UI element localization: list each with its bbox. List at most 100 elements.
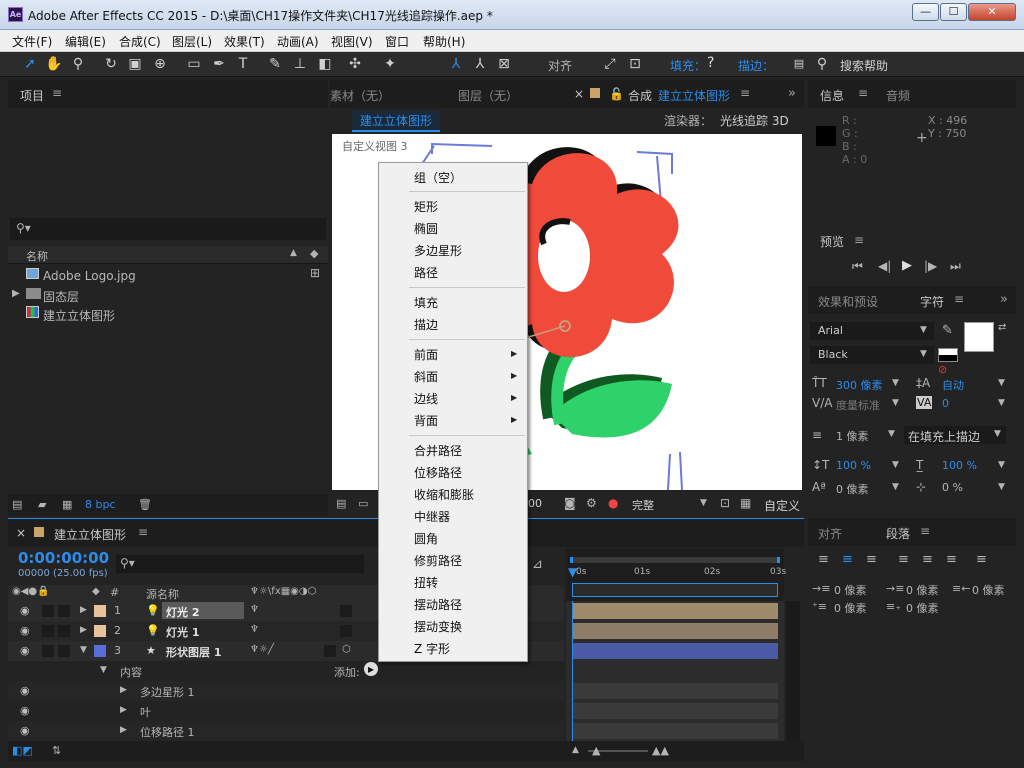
3d-switch[interactable]	[340, 625, 352, 637]
collapse-arrow-icon[interactable]: ▼	[100, 665, 107, 675]
chevron-down-icon[interactable]: ▼	[892, 482, 899, 492]
menu-view[interactable]: 视图(V)	[331, 33, 373, 50]
lock-toggle[interactable]	[58, 605, 70, 617]
expand-arrow-icon[interactable]: ▶	[120, 705, 127, 715]
lock-toggle[interactable]	[58, 625, 70, 637]
label-color-chip[interactable]	[94, 605, 106, 617]
puppet-pin-tool-icon[interactable]: ✦	[380, 55, 400, 73]
project-panel-title[interactable]: 项目	[20, 87, 44, 104]
timeline-close-icon[interactable]: ×	[16, 526, 26, 540]
preview-menu-icon[interactable]: ≡	[854, 233, 864, 247]
world-axis-icon[interactable]: ⅄	[470, 55, 490, 73]
roto-brush-tool-icon[interactable]: ✣	[345, 55, 365, 73]
menu-item-back[interactable]: 背面	[414, 412, 438, 429]
layer-bar[interactable]	[572, 623, 778, 639]
layer-bar[interactable]	[572, 643, 778, 659]
snapshot-icon[interactable]: ◙	[564, 496, 576, 510]
timeline-scrollbar[interactable]	[786, 601, 800, 741]
current-time[interactable]: 0:00:00:00	[18, 549, 109, 567]
sublayer-bar[interactable]	[572, 723, 778, 739]
search-icon[interactable]: ⚲	[812, 55, 832, 73]
delete-icon[interactable]: 🗑	[138, 498, 152, 511]
visibility-eye-icon[interactable]: ◉	[20, 724, 34, 737]
timeline-comp-name[interactable]: 建立立体图形	[54, 526, 126, 543]
comp-tab-name[interactable]: 建立立体图形	[658, 87, 730, 104]
panel-overflow-icon[interactable]: »	[1000, 292, 1008, 307]
no-fill-icon[interactable]	[938, 348, 958, 362]
chevron-down-icon[interactable]: ▼	[998, 378, 1005, 388]
text-tool-icon[interactable]: T	[233, 55, 253, 73]
clone-stamp-tool-icon[interactable]: ⊥	[290, 55, 310, 73]
show-snapshot-icon[interactable]: ⚙	[586, 496, 597, 510]
view-axis-icon[interactable]: ⊠	[494, 55, 514, 73]
sublayer-name[interactable]: 叶	[140, 704, 151, 720]
zoom-tool-icon[interactable]: ⚲	[68, 55, 88, 73]
tab-audio[interactable]: 音频	[886, 87, 910, 104]
minimize-button[interactable]: —	[912, 3, 939, 21]
leading-value[interactable]: 自动	[942, 377, 964, 393]
menu-item-path[interactable]: 路径	[414, 264, 438, 281]
justify-right-icon[interactable]: ≡	[946, 552, 957, 567]
font-style-dropdown[interactable]: Black ▼	[810, 346, 934, 364]
first-frame-icon[interactable]: ⏮	[852, 259, 863, 274]
pen-tool-icon[interactable]: ✒	[209, 55, 229, 73]
list-item[interactable]: Adobe Logo.jpg	[8, 266, 308, 285]
chevron-down-icon[interactable]: ▼	[892, 398, 899, 408]
tab-layer[interactable]: 图层（无）	[458, 87, 518, 104]
menu-item-offset-paths[interactable]: 位移路径	[414, 464, 462, 481]
motion-blur-switch[interactable]	[324, 645, 336, 657]
resolution-dropdown[interactable]: 完整	[632, 497, 654, 513]
align-left-icon[interactable]: ≡	[818, 552, 829, 567]
eraser-tool-icon[interactable]: ◧	[315, 55, 335, 73]
shy-switch-icon[interactable]: ♆	[250, 604, 259, 615]
label-tag-icon[interactable]: ◆	[310, 247, 318, 260]
menu-window[interactable]: 窗口	[385, 33, 409, 50]
contents-row[interactable]: ▼ 内容 添加: ▸	[8, 661, 564, 681]
local-axis-icon[interactable]: ⅄	[446, 55, 466, 73]
timeline-menu-icon[interactable]: ≡	[138, 525, 148, 539]
region-of-interest-icon[interactable]: ⊡	[720, 496, 730, 510]
visibility-eye-icon[interactable]: ◉	[20, 644, 34, 657]
column-name[interactable]: 名称	[26, 248, 48, 264]
menu-edit[interactable]: 编辑(E)	[65, 33, 106, 50]
chevron-down-icon[interactable]: ▼	[892, 460, 899, 470]
menu-item-repeater[interactable]: 中继器	[414, 508, 450, 525]
solo-toggle[interactable]	[42, 645, 54, 657]
always-preview-icon[interactable]: ▤	[336, 497, 346, 510]
collapse-arrow-icon[interactable]: ▼	[80, 645, 87, 655]
bit-depth[interactable]: 8 bpc	[85, 498, 116, 511]
snap-grid-icon[interactable]: ⊡	[625, 55, 645, 73]
timeline-search-input[interactable]: ⚲▾	[116, 555, 364, 573]
new-folder-icon[interactable]: ▰	[38, 498, 46, 511]
menu-layer[interactable]: 图层(L)	[172, 33, 212, 50]
preview-title[interactable]: 预览	[820, 233, 844, 250]
eyedropper-icon[interactable]: ✎	[942, 323, 953, 338]
sort-ascending-icon[interactable]: ▲	[290, 248, 297, 258]
label-color-chip[interactable]	[94, 625, 106, 637]
tab-align[interactable]: 对齐	[818, 525, 842, 542]
menu-composition[interactable]: 合成(C)	[119, 33, 161, 50]
tracking-value[interactable]: 0	[942, 397, 949, 410]
breadcrumb[interactable]: 建立立体图形	[352, 111, 441, 132]
close-button[interactable]: ✕	[968, 3, 1016, 21]
menu-item-trim-paths[interactable]: 修剪路径	[414, 552, 462, 569]
menu-item-ellipse[interactable]: 椭圆	[414, 220, 438, 237]
list-item[interactable]: ▶ 固态层	[8, 285, 308, 304]
playhead-area[interactable]	[572, 583, 778, 597]
table-row[interactable]: ◉ ▶ 叶	[8, 701, 564, 721]
solo-toggle[interactable]	[42, 605, 54, 617]
menu-item-side[interactable]: 边线	[414, 390, 438, 407]
lock-toggle[interactable]	[58, 645, 70, 657]
comp-tab-label[interactable]: 合成	[628, 87, 652, 104]
chevron-down-icon[interactable]: ▼	[700, 498, 707, 508]
fill-color-swatch[interactable]	[964, 322, 994, 352]
horizontal-scale-value[interactable]: 100 %	[942, 459, 977, 472]
menu-item-front[interactable]: 前面	[414, 346, 438, 363]
visibility-eye-icon[interactable]: ◉	[20, 624, 34, 637]
character-menu-icon[interactable]: ≡	[954, 292, 964, 306]
swap-colors-icon[interactable]: ⇄	[998, 322, 1006, 333]
justify-center-icon[interactable]: ≡	[922, 552, 933, 567]
tab-footage[interactable]: 素材（无）	[330, 87, 390, 104]
channel-icon[interactable]: ●	[608, 496, 618, 510]
add-property-button[interactable]: ▸	[364, 662, 378, 676]
